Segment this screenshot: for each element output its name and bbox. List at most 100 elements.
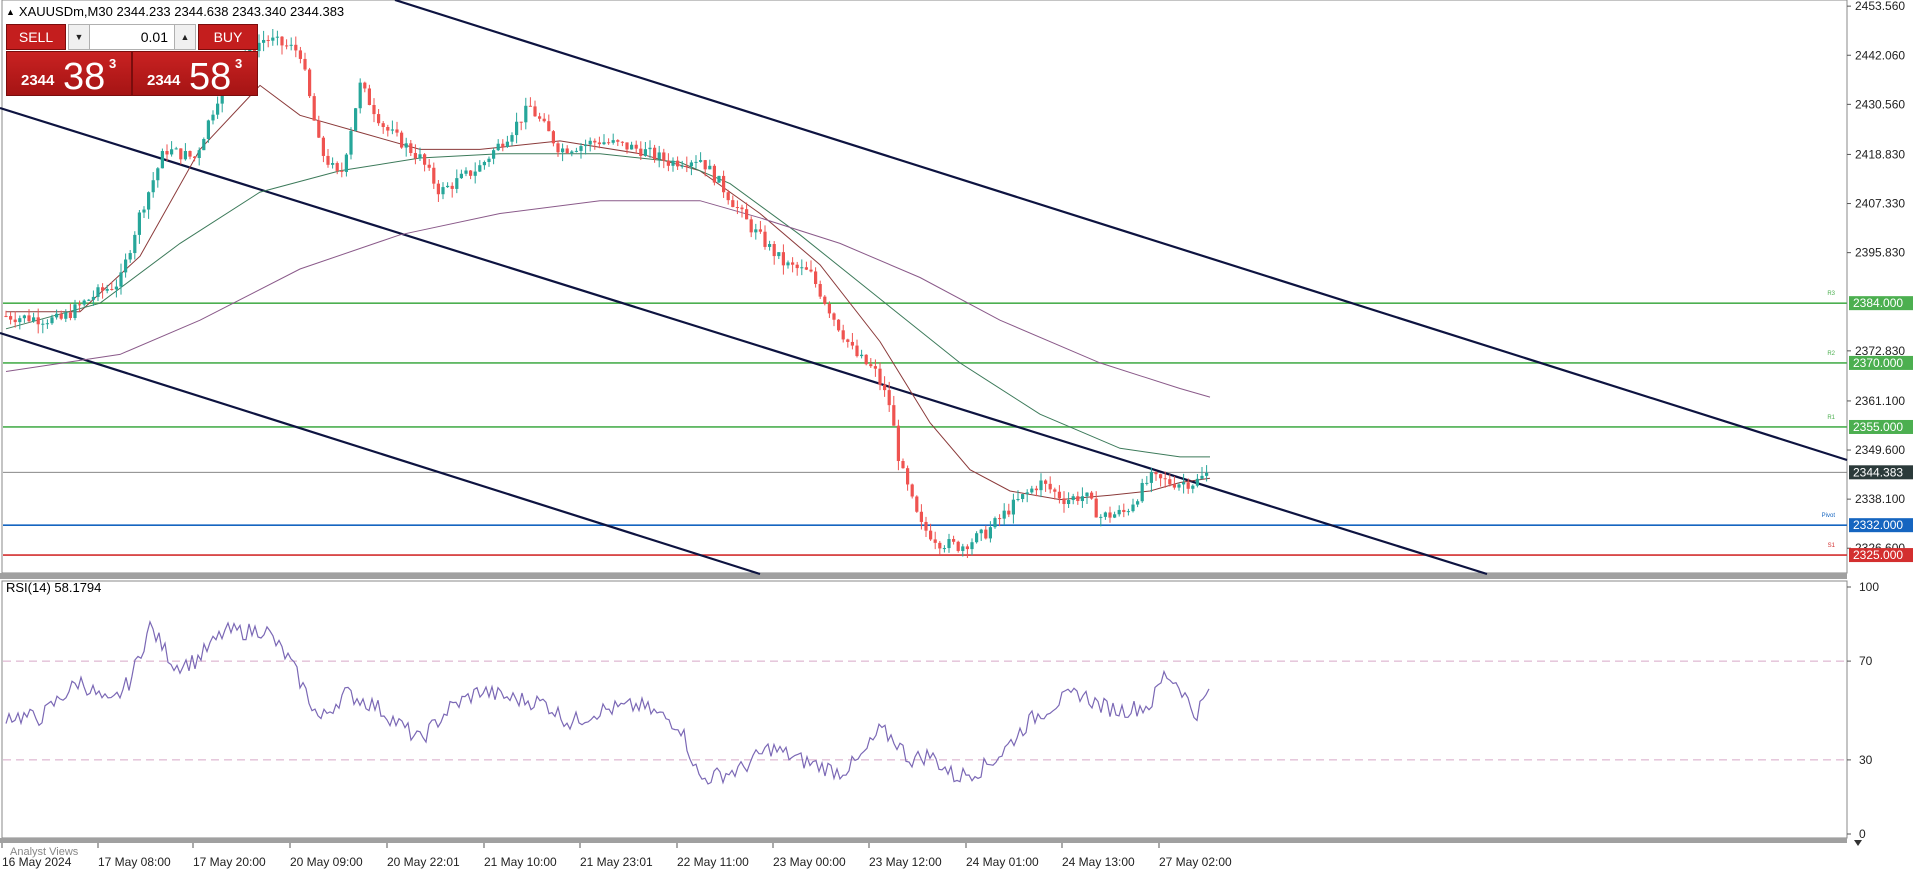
rsi-tick-label: 100 (1859, 580, 1879, 594)
price-tick-label: 2442.060 (1855, 48, 1905, 62)
candle-body (211, 114, 215, 121)
candle-body (639, 148, 643, 156)
candle-body (367, 88, 371, 105)
candle-body (128, 253, 132, 260)
candle-body (1062, 498, 1066, 505)
candle-body (1067, 500, 1071, 505)
lot-increase-icon[interactable]: ▲ (174, 24, 196, 50)
candle-body (160, 151, 164, 169)
candle-body (87, 299, 91, 301)
level-tag-r2: R2 (1827, 351, 1835, 357)
candle-body (478, 165, 482, 172)
candle-body (772, 244, 776, 257)
candle-body (1021, 494, 1025, 500)
candle-body (206, 120, 210, 140)
candle-body (156, 168, 160, 181)
candle-body (317, 120, 321, 138)
candle-body (303, 58, 307, 70)
analyst-views-label[interactable]: Analyst Views (10, 846, 78, 858)
candle-body (519, 121, 523, 123)
price-panel-frame (1, 0, 1848, 574)
candle-body (459, 173, 463, 179)
buy-price-prefix: 2344 (147, 72, 181, 89)
candle-body (413, 152, 417, 159)
sell-price-quote[interactable]: 2344 38 3 (6, 51, 132, 98)
candle-body (436, 183, 440, 195)
candle-body (781, 252, 785, 266)
price-chart[interactable]: R3 R2 R1 Pivot S1 2453.560 2442.060 2430.560 24… (0, 0, 1916, 874)
candle-body (740, 207, 744, 210)
price-tick-label: 2349.600 (1855, 443, 1905, 457)
candle-body (1076, 496, 1080, 502)
candle-body (59, 313, 63, 319)
candle-body (1145, 482, 1149, 484)
candle-body (933, 539, 937, 543)
price-tick-label: 2430.560 (1855, 97, 1905, 111)
scroll-end-icon (1854, 840, 1862, 846)
candle-body (404, 143, 408, 148)
candle-body (174, 148, 178, 150)
time-tick-label: 24 May 01:00 (966, 855, 1039, 869)
candle-body (340, 170, 344, 172)
candle-body (896, 425, 900, 462)
level-price-label: 2370.000 (1853, 356, 1903, 370)
sell-price-big: 38 (63, 56, 106, 98)
candle-body (850, 341, 854, 346)
sell-price-prefix: 2344 (21, 72, 55, 89)
candle-body (78, 304, 82, 306)
candle-body (73, 304, 77, 319)
candle-body (1025, 492, 1029, 495)
candle-body (45, 323, 49, 325)
candle-body (915, 496, 919, 512)
sell-price-sup: 3 (109, 56, 117, 71)
buy-price-quote[interactable]: 2344 58 3 (132, 51, 258, 97)
candle-body (349, 130, 353, 155)
candle-body (823, 296, 827, 304)
candle-body (708, 165, 712, 170)
candle-body (841, 330, 845, 340)
sell-button[interactable]: SELL (6, 24, 66, 50)
price-tick-label: 2453.560 (1855, 0, 1905, 13)
channel-line-3 (0, 331, 761, 576)
panel-separator (0, 573, 1847, 579)
time-tick-label: 22 May 11:00 (677, 855, 749, 869)
candle-body (22, 315, 26, 319)
candle-body (791, 262, 795, 265)
rsi-tick-label: 0 (1859, 827, 1866, 841)
candle-body (570, 151, 574, 154)
candle-body (864, 354, 868, 365)
candle-body (119, 272, 123, 287)
candle-body (625, 142, 629, 150)
candle-body (1007, 510, 1011, 515)
lot-decrease-icon[interactable]: ▼ (68, 24, 90, 50)
candle-body (1163, 478, 1167, 480)
time-tick-label: 17 May 08:00 (98, 855, 171, 869)
candle-body (9, 316, 13, 320)
candle-body (1172, 484, 1176, 488)
candle-body (344, 154, 348, 172)
candle-body (837, 319, 841, 331)
candle-body (768, 244, 772, 247)
candle-body (703, 160, 707, 170)
candle-body (984, 529, 988, 539)
candle-body (561, 148, 565, 153)
candle-body (1154, 472, 1158, 475)
candle-body (68, 312, 72, 319)
time-tick-label: 24 May 13:00 (1062, 855, 1135, 869)
candle-body (593, 140, 597, 143)
rsi-panel-frame (1, 580, 1848, 839)
buy-button[interactable]: BUY (198, 24, 258, 50)
candle-body (142, 209, 146, 213)
candle-body (496, 143, 500, 151)
lot-size-input[interactable] (90, 24, 174, 50)
candle-body (418, 154, 422, 159)
candle-body (804, 267, 808, 270)
candle-body (114, 286, 118, 290)
candle-body (611, 140, 615, 143)
candle-body (275, 36, 279, 38)
candle-body (745, 209, 749, 220)
collapse-triangle-icon[interactable]: ▲ (6, 7, 15, 17)
candle-body (998, 518, 1002, 520)
candle-body (524, 105, 528, 123)
candle-body (588, 140, 592, 145)
